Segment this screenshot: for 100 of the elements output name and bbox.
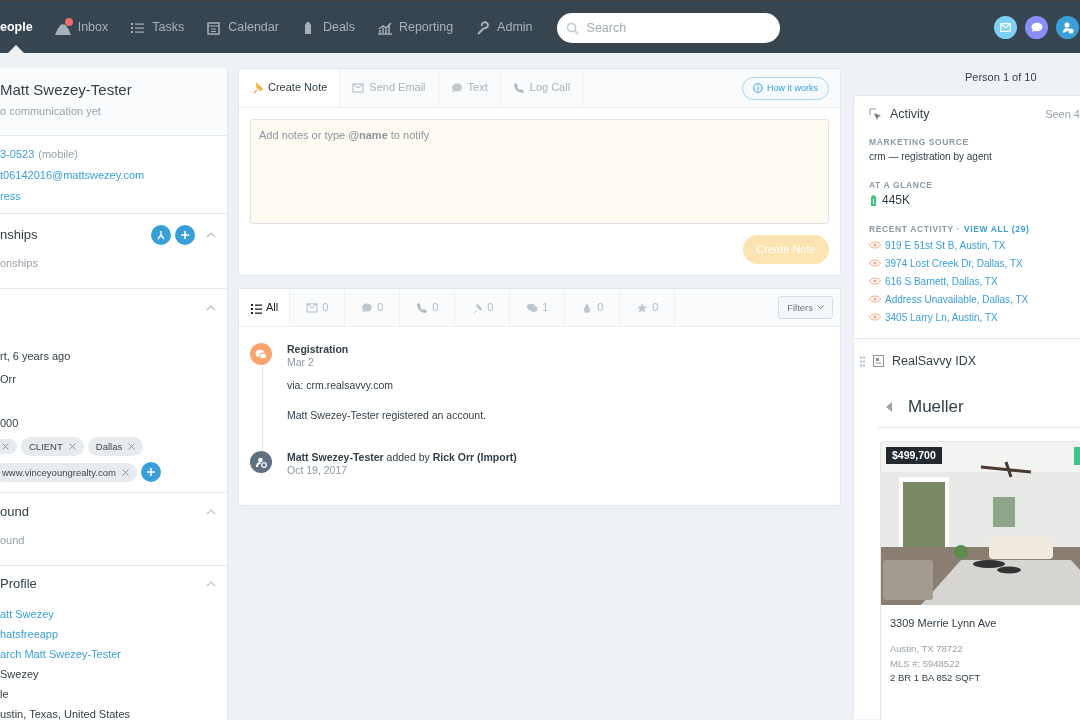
contact-name: Matt Swezey-Tester [0, 81, 133, 99]
status-text: o communication yet [0, 105, 102, 119]
remove-icon[interactable] [121, 468, 129, 476]
phone-link[interactable]: 3-0523 [0, 148, 35, 161]
collapse-icon[interactable] [205, 580, 217, 588]
eye-icon [869, 259, 881, 268]
eye-icon [869, 295, 881, 304]
recent-listing-link[interactable]: 3974 Lost Creek Dr, Dallas, TX [885, 256, 1023, 270]
drag-handle-icon [860, 355, 865, 367]
eye-icon [869, 277, 881, 286]
listing-address: 3309 Merrie Lynn Ave [890, 617, 998, 631]
field-value: le [0, 687, 10, 701]
event-text: via: crm.realsavvy.com [287, 379, 394, 392]
section-title: nships [0, 227, 38, 243]
tag: www.vinceyoungrealty.com [0, 462, 137, 483]
note-field[interactable]: Add notes or type @name to notify [250, 119, 829, 224]
cursor-icon [869, 108, 882, 121]
eye-icon [869, 241, 881, 250]
profile-link[interactable]: arch Matt Swezey-Tester [0, 647, 217, 661]
section-title: Profile [0, 576, 37, 592]
event-date: Oct 19, 2017 [287, 463, 349, 477]
chat-icon[interactable] [1025, 16, 1048, 39]
profile-link[interactable]: hatsfreeapp [0, 627, 217, 641]
merge-button[interactable] [151, 225, 171, 245]
add-tag-button[interactable] [140, 462, 161, 483]
star-icon [636, 301, 649, 314]
info-icon [753, 83, 763, 93]
filters-button[interactable]: Filters [778, 296, 833, 319]
email-icon [352, 82, 365, 94]
pager-text: Person 1 of 10 [964, 70, 1038, 85]
price-badge: $499,700 [886, 447, 942, 464]
nav-tab[interactable]: Reporting [376, 2, 454, 53]
collapse-icon[interactable] [205, 304, 217, 312]
section-title: ound [0, 504, 29, 520]
event-text: Matt Swezey-Tester registered an account. [287, 408, 486, 422]
remove-icon[interactable] [68, 443, 76, 451]
view-all-link[interactable]: VIEW ALL (29) [963, 223, 1030, 234]
section-label: RECENT ACTIVITY · [869, 223, 960, 234]
plus-icon [180, 230, 190, 240]
nav-tab[interactable]: Admin [475, 2, 533, 53]
remove-icon[interactable] [2, 443, 9, 451]
search-field[interactable]: Search [556, 12, 780, 43]
field-value: onships [0, 256, 39, 270]
collapse-icon[interactable] [205, 231, 217, 239]
document-icon [873, 355, 884, 368]
nav-tab[interactable]: Tasks [130, 2, 185, 53]
add-person-icon[interactable] [1056, 16, 1079, 39]
nav-tab[interactable]: Calendar [206, 2, 279, 53]
chat-icon [450, 82, 463, 94]
calendar-icon [206, 20, 222, 35]
caret-icon [817, 305, 824, 310]
collapse-icon[interactable] [205, 508, 217, 516]
section-label: AT A GLANCE [869, 180, 934, 191]
chat-icon [526, 301, 539, 314]
plus-icon [145, 467, 156, 478]
listing-specs: 2 BR 1 BA 852 SQFT [890, 672, 982, 684]
pin-icon [251, 82, 263, 94]
remove-icon[interactable] [128, 443, 136, 451]
add-button[interactable] [175, 225, 195, 245]
field-value: 000 [0, 416, 20, 430]
listing-city: Austin, TX 78722 [890, 642, 964, 654]
recent-listing-link[interactable]: 919 E 51st St B, Austin, TX [885, 238, 1006, 252]
panel-title: RealSavvy IDX [892, 353, 977, 369]
pin-icon [471, 301, 484, 314]
email-icon [306, 301, 319, 314]
contact-link[interactable]: ress [0, 190, 21, 203]
how-it-works-button[interactable]: How it works [742, 76, 829, 100]
contact-link[interactable]: t06142016@mattswezey.com [0, 169, 145, 182]
recent-listing-link[interactable]: Address Unavailable, Dallas, TX [885, 292, 1029, 306]
tag: Dallas [87, 437, 144, 457]
marketing-source: crm — registration by agent [869, 151, 993, 164]
area-title: Mueller [908, 396, 964, 418]
recent-listing-link[interactable]: 3405 Larry Ln, Austin, TX [885, 310, 998, 324]
panel-title: Activity [890, 107, 930, 122]
chat-icon [361, 301, 374, 314]
phone-type: (mobile) [38, 148, 78, 161]
field-value: ound [0, 533, 26, 547]
listing-mls: MLS #: 5948522 [890, 657, 961, 670]
event-date: Mar 2 [287, 355, 315, 369]
recent-listing-link[interactable]: 616 S Barnett, Dallas, TX [885, 274, 998, 288]
nav-tab[interactable]: Deals [300, 2, 355, 53]
event-title: Matt Swezey-Tester added by Rick Orr (Import) [287, 451, 517, 464]
merge-icon [156, 230, 166, 240]
nav-tab[interactable]: Inbox [54, 2, 109, 53]
chart-icon [376, 20, 392, 35]
profile-link[interactable]: att Swezey [0, 607, 217, 621]
composer-tab[interactable]: Create Note [239, 69, 341, 107]
list-icon [250, 301, 262, 314]
event-title: Registration [287, 343, 350, 356]
field-value: ustin, Texas, United States [0, 707, 132, 720]
phone-icon [416, 301, 429, 314]
field-value: Orr [0, 372, 17, 386]
filter-tab[interactable]: All [239, 289, 291, 326]
tag: CLIENT [21, 437, 84, 457]
email-icon[interactable] [994, 16, 1017, 39]
field-value: rt, 6 years ago [0, 349, 72, 363]
section-label: MARKETING SOURCE [869, 137, 970, 148]
nav-tab[interactable]: eople [0, 2, 33, 53]
back-caret-icon[interactable] [886, 402, 892, 413]
field-value: Swezey [0, 667, 40, 681]
